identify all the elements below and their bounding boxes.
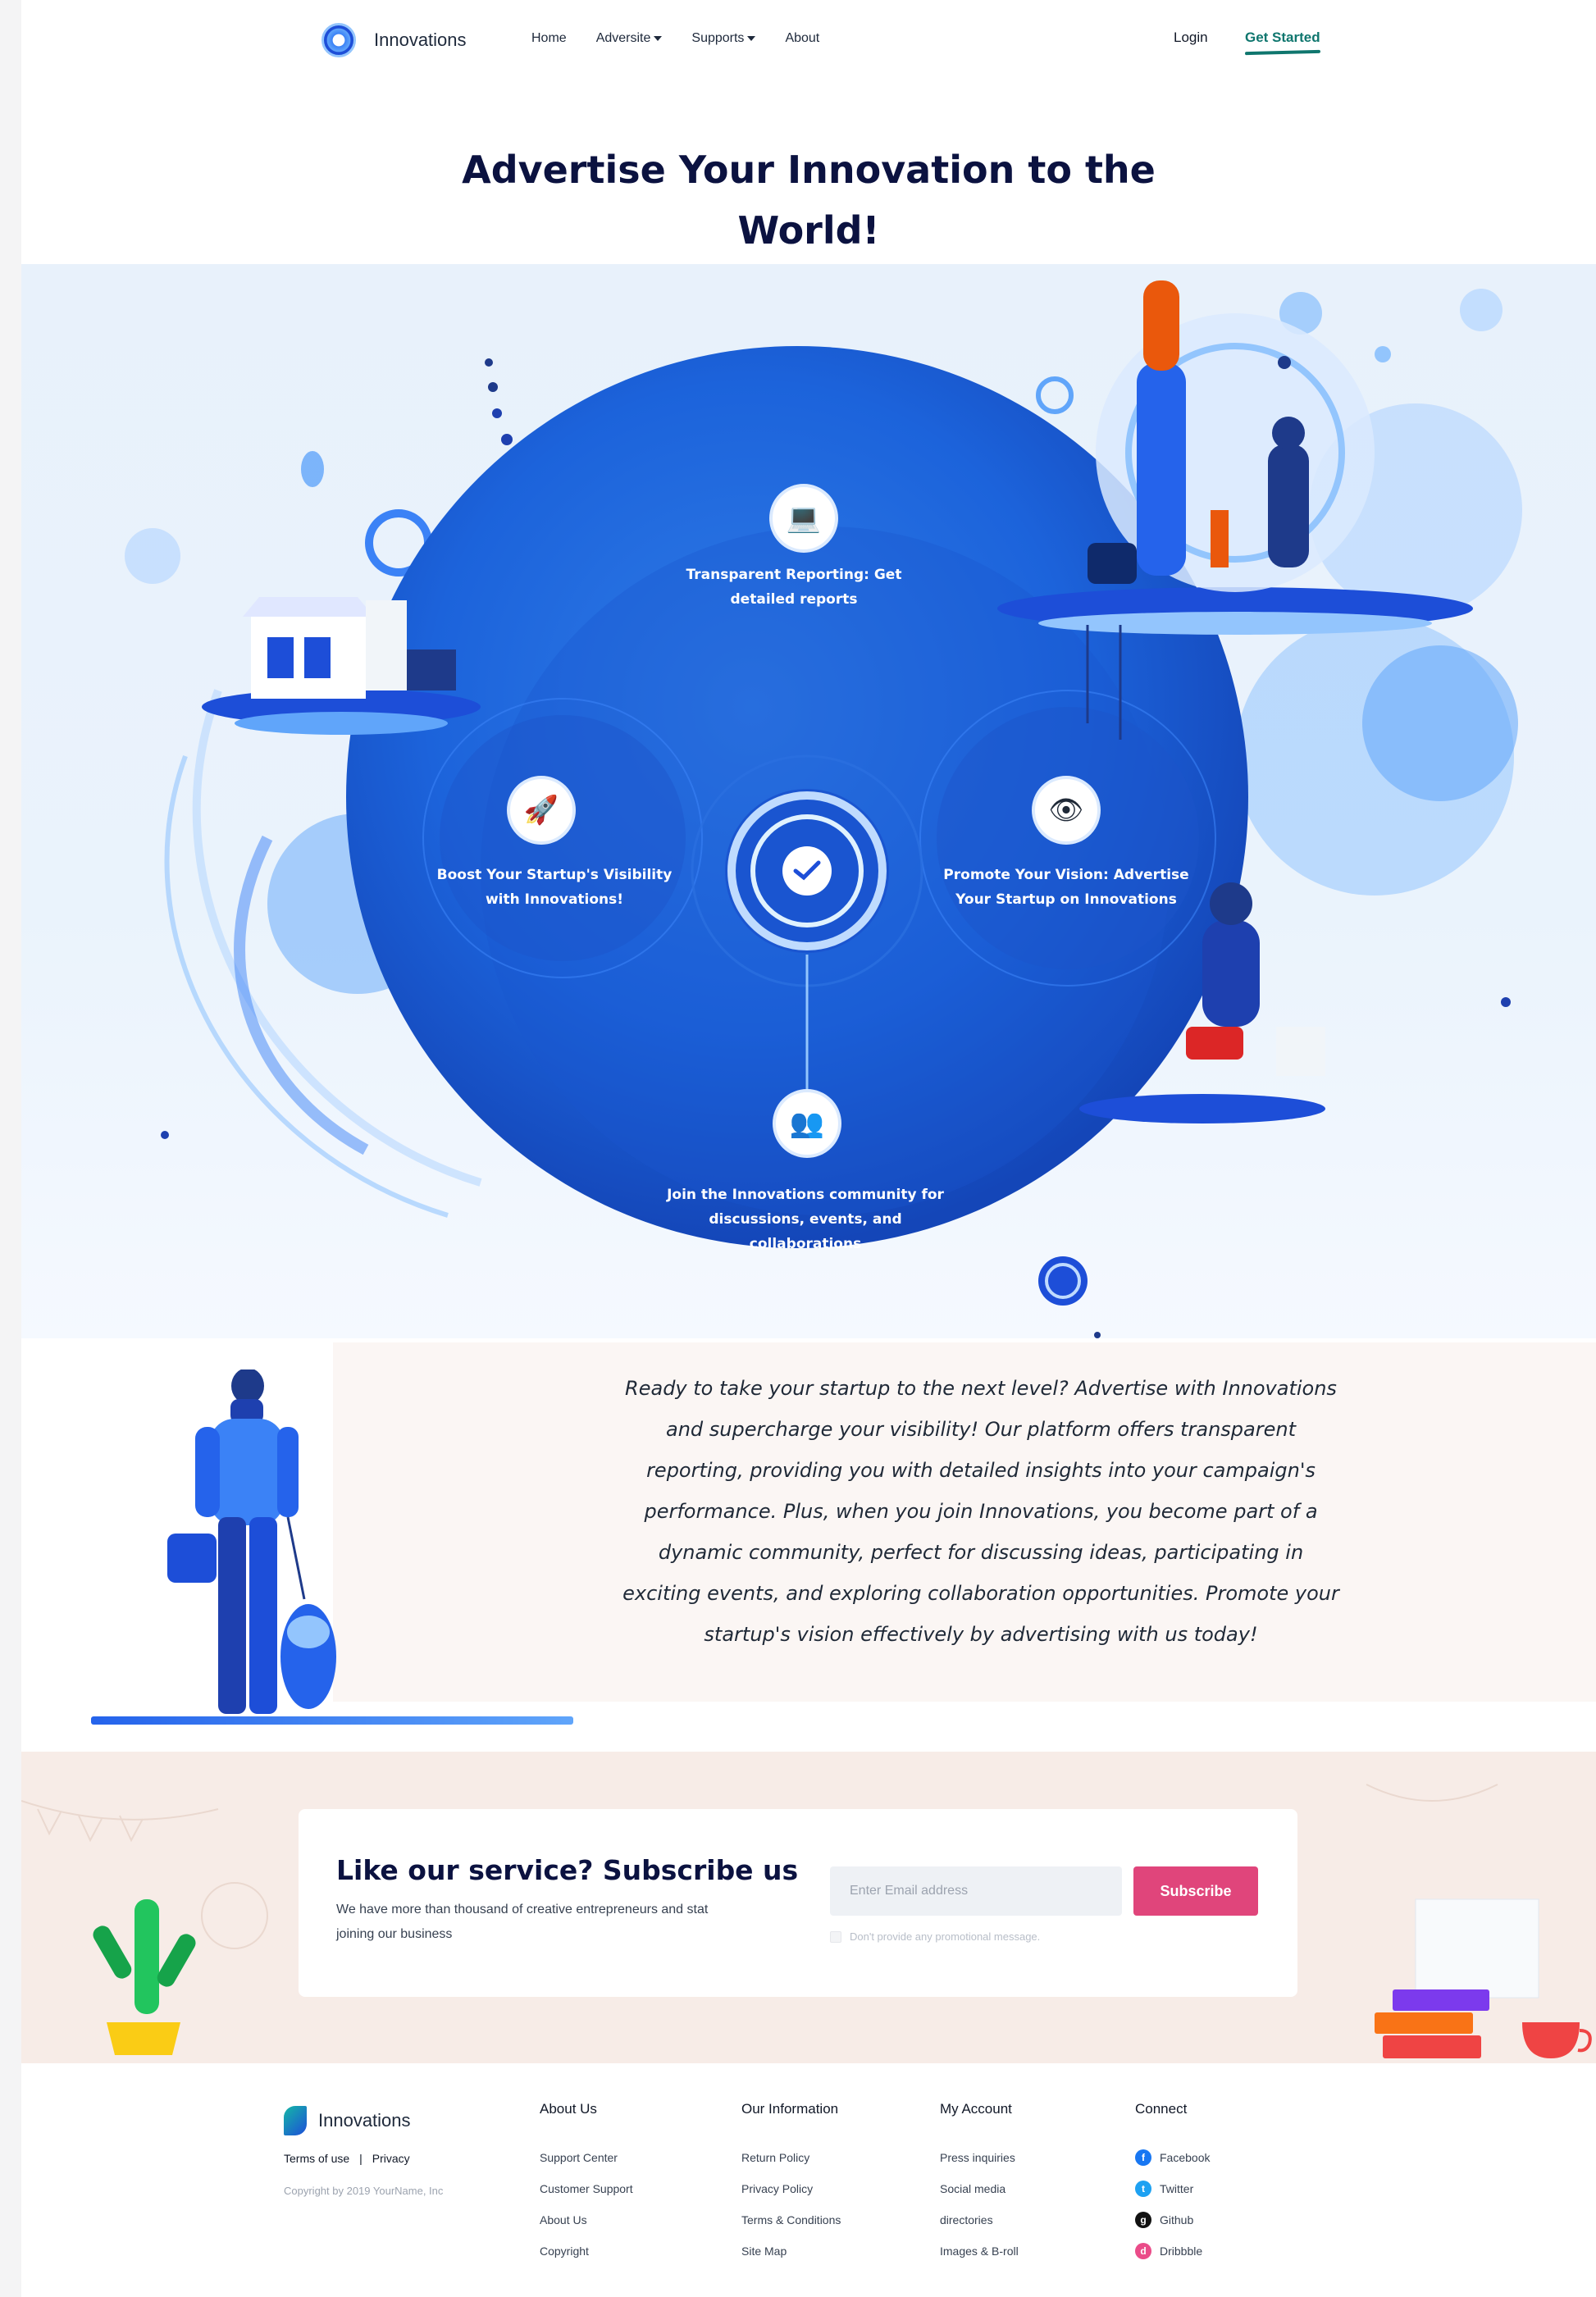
footer-col-connect: Connect f Facebook t Twitter g Github d Drib… bbox=[1135, 2101, 1210, 2267]
traveler-illustration bbox=[167, 1370, 336, 1714]
get-started-label: Get Started bbox=[1245, 30, 1320, 45]
login-link[interactable]: Login bbox=[1174, 30, 1208, 46]
footer: Innovations Terms of use | Privacy Copyr… bbox=[21, 2063, 1596, 2297]
ground-line bbox=[91, 1716, 573, 1725]
brand-name: Innovations bbox=[374, 30, 467, 50]
nav-supports-label: Supports bbox=[691, 31, 745, 45]
footer-col-title: My Account bbox=[940, 2101, 1012, 2117]
rocket-glyph: 🚀 bbox=[523, 794, 559, 827]
story-paragraph: Ready to take your startup to the next l… bbox=[622, 1377, 1339, 1646]
get-started-underline bbox=[1244, 49, 1321, 56]
copyright-text: Copyright by 2019 YourName, Inc bbox=[284, 2185, 444, 2197]
footer-link-site-map[interactable]: Site Map bbox=[741, 2235, 841, 2267]
facebook-icon: f bbox=[1135, 2149, 1151, 2166]
footer-link-return-policy[interactable]: Return Policy bbox=[741, 2142, 841, 2173]
subscribe-description: We have more than thousand of creative e… bbox=[336, 1903, 709, 1941]
promo-checkbox[interactable] bbox=[830, 1930, 841, 1943]
hero-artwork bbox=[125, 280, 1522, 1338]
footer-link-github[interactable]: g Github bbox=[1135, 2204, 1210, 2235]
subscribe-card: Like our service? Subscribe us We have m… bbox=[299, 1809, 1297, 1997]
github-icon: g bbox=[1135, 2212, 1151, 2228]
page-title-line2: World! bbox=[737, 208, 880, 253]
github-label: Github bbox=[1160, 2213, 1194, 2226]
get-started-link[interactable]: Get Started bbox=[1244, 30, 1321, 56]
promo-opt-out[interactable]: Don't provide any promotional message. bbox=[830, 1930, 1040, 1943]
footer-link-dribbble[interactable]: d Dribbble bbox=[1135, 2235, 1210, 2267]
eye-icon[interactable]: 👁 bbox=[1032, 776, 1101, 845]
privacy-link[interactable]: Privacy bbox=[372, 2152, 410, 2165]
promo-checkbox-label: Don't provide any promotional message. bbox=[850, 1930, 1041, 1943]
community-icon[interactable]: 👥 bbox=[773, 1089, 841, 1158]
footer-link-about-us[interactable]: About Us bbox=[540, 2204, 633, 2235]
page-title-line1: Advertise Your Innovation to the bbox=[462, 148, 1156, 192]
footer-link-social-media[interactable]: Social media bbox=[940, 2173, 1019, 2204]
nav-home[interactable]: Home bbox=[531, 31, 567, 46]
feature-vision-label: Promote Your Vision: Advertise Your Star… bbox=[943, 867, 1189, 908]
footer-col-title: Connect bbox=[1135, 2101, 1188, 2117]
twitter-label: Twitter bbox=[1160, 2182, 1194, 2195]
footer-col-title: Our Information bbox=[741, 2101, 839, 2117]
brand-logo-icon bbox=[321, 23, 356, 57]
terms-link[interactable]: Terms of use bbox=[284, 2152, 349, 2165]
footer-link-images[interactable]: Images & B-roll bbox=[940, 2235, 1019, 2267]
footer-legal-links: Terms of use | Privacy bbox=[284, 2152, 410, 2165]
footer-col-about: About Us Support Center Customer Support… bbox=[540, 2101, 633, 2267]
legal-separator: | bbox=[359, 2152, 363, 2165]
footer-col-information: Our Information Return Policy Privacy Po… bbox=[741, 2101, 841, 2267]
nav-adversite[interactable]: Adversite bbox=[596, 31, 663, 46]
footer-brand-name: Innovations bbox=[318, 2110, 411, 2131]
caret-down-icon bbox=[747, 35, 756, 41]
feature-community-label: Join the Innovations community for discu… bbox=[667, 1187, 944, 1252]
footer-link-privacy-policy[interactable]: Privacy Policy bbox=[741, 2173, 841, 2204]
footer-link-press[interactable]: Press inquiries bbox=[940, 2142, 1019, 2173]
footer-link-twitter[interactable]: t Twitter bbox=[1135, 2173, 1210, 2204]
footer-logo-icon bbox=[284, 2106, 307, 2135]
feature-reporting-label: Transparent Reporting: Get detailed repo… bbox=[686, 567, 902, 608]
footer-link-directories[interactable]: directories bbox=[940, 2204, 1019, 2235]
footer-col-title: About Us bbox=[540, 2101, 597, 2117]
community-glyph: 👥 bbox=[789, 1107, 825, 1140]
footer-link-facebook[interactable]: f Facebook bbox=[1135, 2142, 1210, 2173]
subscribe-title: Like our service? Subscribe us bbox=[336, 1854, 799, 1886]
page: Innovations Home Adversite Supports Abou… bbox=[21, 0, 1596, 2297]
top-navbar: Innovations Home Adversite Supports Abou… bbox=[21, 0, 1596, 82]
footer-link-customer-support[interactable]: Customer Support bbox=[540, 2173, 633, 2204]
brand-logo[interactable]: Innovations bbox=[321, 23, 467, 57]
page-title: Advertise Your Innovation to the World! bbox=[399, 139, 1219, 261]
laptop-chart-glyph: 💻 bbox=[786, 502, 822, 535]
feature-visibility-label: Boost Your Startup's Visibility with Inn… bbox=[436, 867, 673, 908]
hero-illustration: 💻 Transparent Reporting: Get detailed re… bbox=[21, 264, 1596, 1338]
nav-about[interactable]: About bbox=[785, 31, 819, 46]
email-input[interactable] bbox=[830, 1866, 1122, 1916]
caret-down-icon bbox=[654, 35, 663, 41]
laptop-chart-icon[interactable]: 💻 bbox=[769, 484, 838, 553]
dribbble-label: Dribbble bbox=[1160, 2245, 1203, 2258]
nav-supports[interactable]: Supports bbox=[691, 31, 756, 46]
subscribe-button[interactable]: Subscribe bbox=[1133, 1866, 1258, 1916]
footer-link-support-center[interactable]: Support Center bbox=[540, 2142, 633, 2173]
nav-adversite-label: Adversite bbox=[595, 31, 651, 45]
footer-link-copyright[interactable]: Copyright bbox=[540, 2235, 633, 2267]
dribbble-icon: d bbox=[1135, 2243, 1151, 2259]
twitter-icon: t bbox=[1135, 2181, 1151, 2197]
eye-glyph: 👁 bbox=[1048, 794, 1084, 827]
facebook-label: Facebook bbox=[1160, 2151, 1211, 2164]
main-menu: Home Adversite Supports About bbox=[531, 31, 819, 46]
footer-col-account: My Account Press inquiries Social media … bbox=[940, 2101, 1019, 2267]
rocket-icon[interactable]: 🚀 bbox=[507, 776, 576, 845]
footer-logo[interactable]: Innovations bbox=[284, 2106, 411, 2135]
footer-link-terms[interactable]: Terms & Conditions bbox=[741, 2204, 841, 2235]
